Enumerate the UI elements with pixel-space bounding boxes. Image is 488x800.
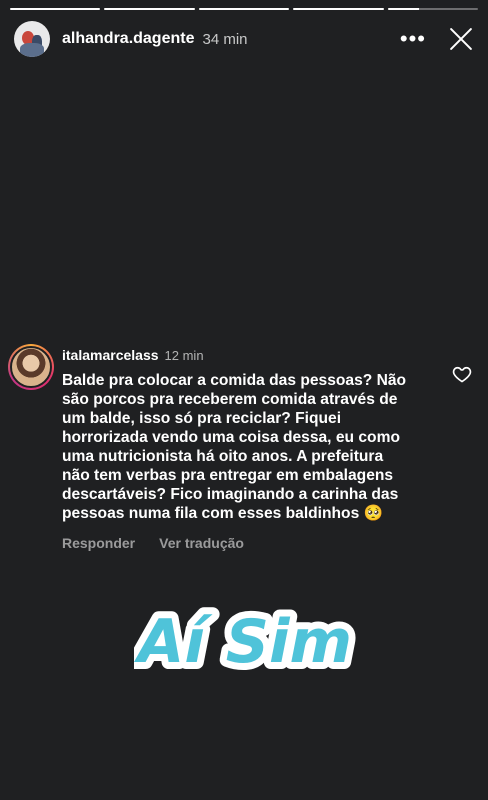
close-icon[interactable] bbox=[448, 26, 474, 52]
story-author-avatar[interactable] bbox=[14, 21, 50, 57]
commenter-avatar[interactable] bbox=[8, 344, 54, 390]
story-author-username[interactable]: alhandra.dagente bbox=[62, 30, 194, 48]
shared-comment: italamarcelass 12 min Balde pra colocar … bbox=[8, 344, 474, 551]
story-timestamp: 34 min bbox=[202, 30, 248, 48]
progress-segment-4 bbox=[293, 8, 384, 10]
more-horizontal-icon[interactable]: ••• bbox=[400, 28, 426, 50]
reply-button[interactable]: Responder bbox=[62, 535, 135, 551]
story-header: alhandra.dagente 34 min ••• bbox=[14, 20, 474, 58]
progress-segment-2 bbox=[104, 8, 195, 10]
heart-outline-icon[interactable] bbox=[452, 364, 472, 384]
comment-text: Balde pra colocar a comida das pessoas? … bbox=[62, 372, 407, 522]
commenter-username[interactable]: italamarcelass bbox=[62, 347, 159, 363]
translate-button[interactable]: Ver tradução bbox=[159, 535, 244, 551]
progress-segment-5 bbox=[387, 8, 479, 10]
progress-segment-1 bbox=[10, 8, 101, 10]
progress-segment-3 bbox=[198, 8, 290, 10]
ai-sim-sticker: Aí Sim Aí Sim bbox=[134, 600, 356, 680]
story-progress-bars bbox=[10, 8, 479, 10]
comment-timestamp: 12 min bbox=[164, 348, 204, 363]
sticker-text: Aí Sim bbox=[134, 607, 352, 677]
